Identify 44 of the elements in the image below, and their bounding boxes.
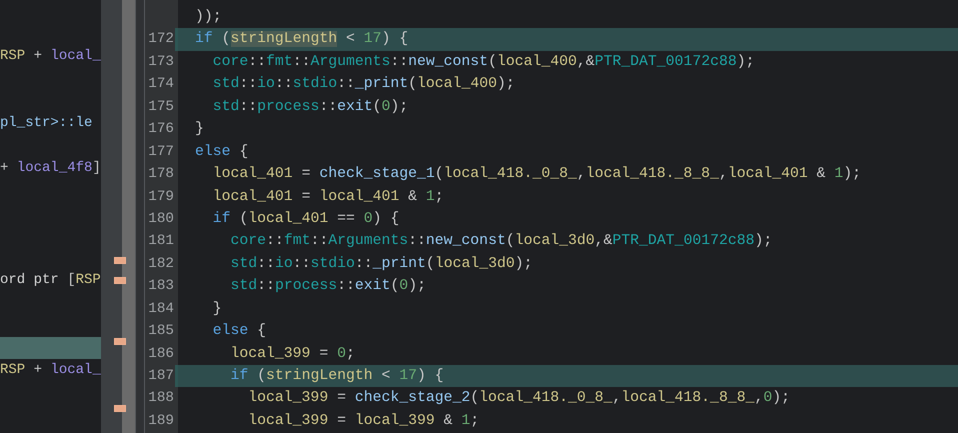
code-line: }	[212, 300, 223, 319]
line-number: 185	[147, 322, 175, 342]
line-number: 174	[147, 75, 175, 94]
scroll-marker	[114, 257, 126, 264]
code-line: local_399 = 0;	[230, 344, 356, 364]
code-line: local_401 = local_401 & 1;	[212, 188, 445, 206]
code-line: local_401 = check_stage_1(local_418._0_8_,local_418._8_8_,local_401 & 1);	[212, 165, 862, 184]
scrollbar-thumb[interactable]	[122, 0, 135, 433]
listing-line: + local_4f8]	[0, 159, 101, 178]
code-line: local_399 = check_stage_2(local_418._0_8_,local_418._8_8_,0);	[247, 389, 792, 408]
line-number: 182	[147, 254, 175, 274]
code-line: core::fmt::Arguments::new_const(local_400,&PTR_DAT_00172c88);	[212, 52, 756, 72]
scroll-marker	[114, 277, 126, 284]
listing-line: RSP + local_	[0, 46, 101, 66]
code-line: core::fmt::Arguments::new_const(local_3d0,&PTR_DAT_00172c88);	[230, 232, 774, 252]
line-number: 181	[147, 232, 175, 252]
line-number: 178	[147, 165, 175, 184]
code-line: else {	[194, 142, 250, 162]
code-line: local_399 = local_399 & 1;	[247, 412, 480, 431]
code-line: if (local_401 == 0) {	[212, 210, 400, 229]
line-number: 186	[147, 344, 175, 364]
code-line: std::io::stdio::_print(local_400);	[212, 75, 516, 94]
listing-line: pl_str>::le	[0, 114, 94, 134]
line-number: 175	[147, 98, 175, 117]
code-line: std::process::exit(0);	[212, 98, 410, 117]
scrollbar-track[interactable]	[101, 0, 122, 433]
line-number: 173	[147, 52, 175, 72]
line-number: 176	[147, 120, 175, 140]
scroll-marker	[114, 405, 126, 412]
code-line: std::io::stdio::_print(local_3d0);	[230, 254, 534, 274]
line-number: 189	[147, 412, 175, 431]
line-number: 180	[147, 210, 175, 229]
line-number: 184	[147, 300, 175, 319]
line-number: 177	[147, 142, 175, 162]
line-number: 179	[147, 188, 175, 206]
line-number: 183	[147, 277, 175, 296]
code-line: std::process::exit(0);	[230, 277, 427, 296]
listing-line: RSP + local_	[0, 361, 101, 380]
code-line: else {	[212, 322, 268, 342]
code-line: ));	[194, 8, 223, 27]
line-number: 188	[147, 389, 175, 408]
code-line: }	[194, 120, 205, 140]
listing-line: ord ptr [RSP	[0, 271, 101, 290]
scroll-marker	[114, 338, 126, 345]
